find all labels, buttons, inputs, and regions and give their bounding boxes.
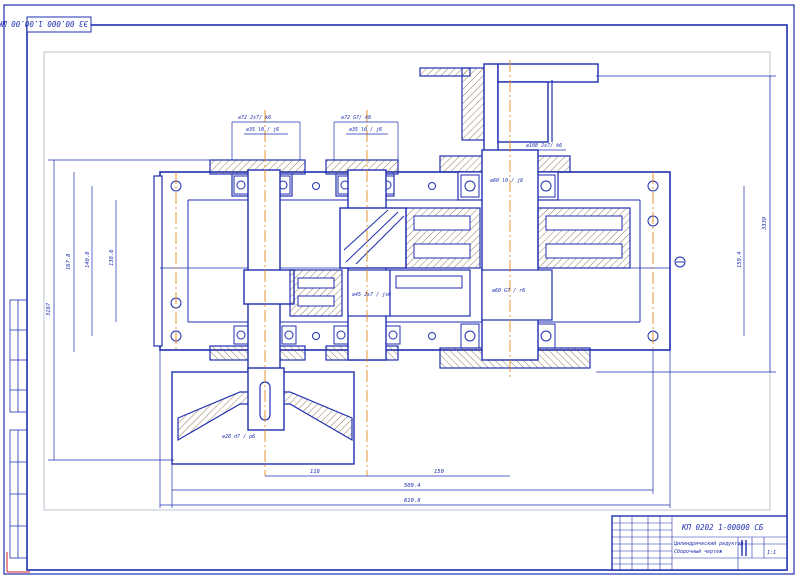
dim-bottom-1: 118 — [310, 469, 321, 475]
title-name-line1: Цилиндрический редуктор — [673, 541, 743, 547]
corner-code: ЭЗ 00.000 1.00.00 ШК — [0, 19, 88, 28]
dim-left-2: 140.8 — [85, 251, 91, 268]
input-coupling — [171, 367, 355, 465]
title-code: КП 0202 1-00000 СБ — [681, 523, 764, 532]
fit-label-input-top: ⌀72 Js7/ k6 — [238, 115, 271, 121]
fit-label-center: ⌀45 Js7 / js6 — [352, 292, 391, 298]
fit-label-output-top: ⌀108 Js7/ k6 — [526, 143, 562, 149]
dim-bottom-3: 509.4 — [404, 483, 421, 489]
fit-label-intermediate-shaft: ⌀35 l0 / j6 — [349, 127, 382, 133]
title-scale: 1:1 — [767, 550, 776, 556]
dim-right-1: 3339 — [762, 217, 768, 231]
fit-label-intermediate-top: ⌀72 G7/ k6 — [341, 115, 371, 121]
title-name-line2: Сборочный чертеж — [674, 548, 723, 555]
dim-left-total: 3167 — [46, 302, 52, 317]
dim-left-1: 167.8 — [66, 253, 72, 270]
left-stamp-strip — [9, 299, 28, 559]
fit-label-coupling: ⌀28 d7 / p6 — [222, 434, 255, 440]
dim-left-3: 138.6 — [109, 249, 115, 266]
fit-label-input-shaft: ⌀35 l0 / j6 — [246, 127, 279, 133]
fit-label-output-gear: ⌀60 G7 / r6 — [492, 288, 525, 294]
output-coupling — [419, 63, 599, 155]
assembly-drawing: ЭЗ 00.000 1.00.00 ШК ⌀72 Js7/ k6 ⌀35 l0 … — [0, 4, 795, 575]
dim-right-2: 159.4 — [737, 251, 743, 268]
fit-label-output-shaft: ⌀60 l0 / j6 — [490, 178, 523, 184]
dim-bottom-2: 150 — [434, 469, 445, 475]
dim-bottom-4: 610.8 — [404, 498, 421, 504]
